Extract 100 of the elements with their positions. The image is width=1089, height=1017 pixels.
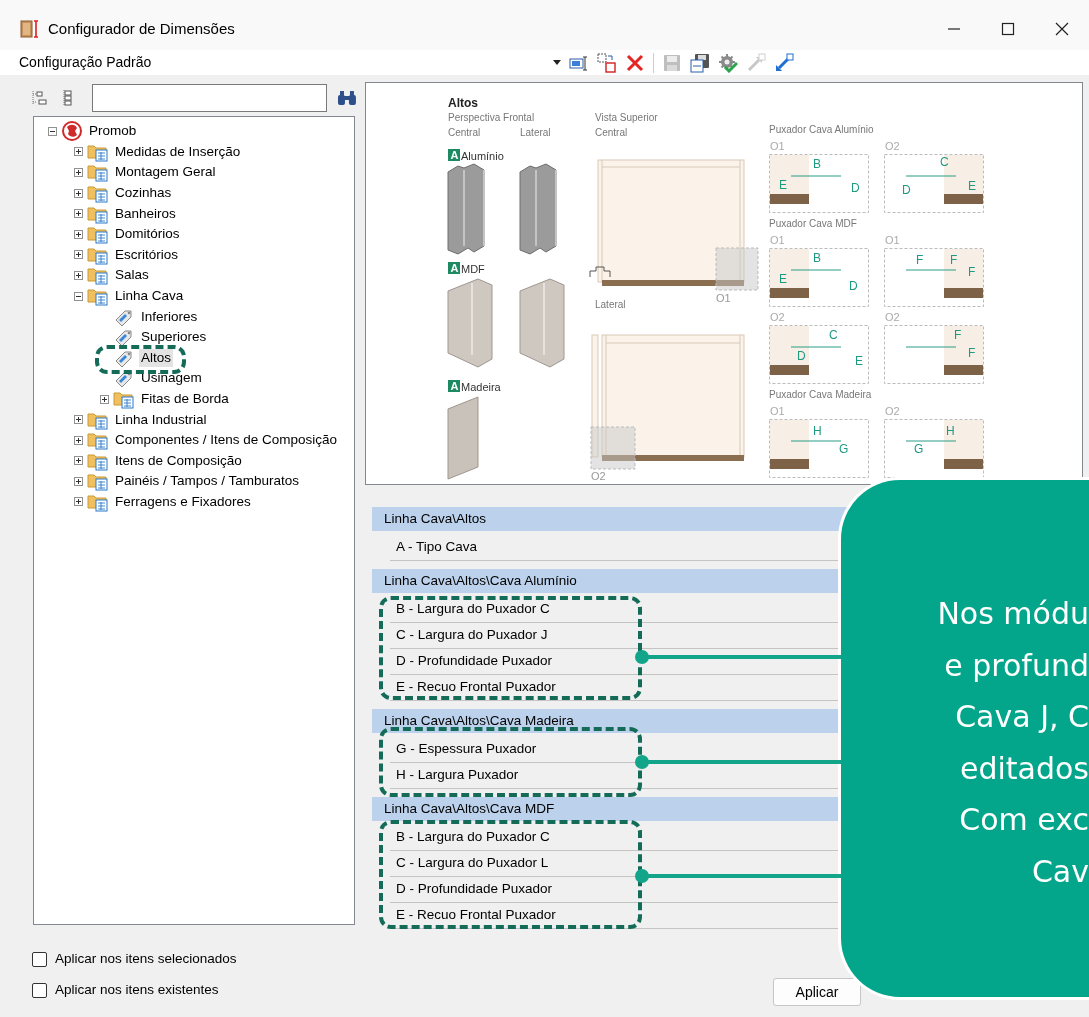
detail-tag: O1	[770, 405, 785, 417]
property-name[interactable]: H - Largura Puxador	[396, 765, 519, 786]
dimension-letter: E	[779, 272, 787, 286]
checkbox-label: Aplicar nos itens selecionados	[55, 950, 237, 969]
tree-item[interactable]: Banheiros	[113, 204, 178, 223]
dimension-letter: B	[813, 251, 821, 265]
tree-item[interactable]: Salas	[113, 266, 151, 285]
tree-item[interactable]: Itens de Composição	[113, 451, 244, 470]
copy-icon[interactable]	[597, 52, 617, 73]
expand-icon[interactable]	[73, 168, 83, 177]
dimension-letter: E	[855, 354, 863, 368]
expand-icon[interactable]	[73, 147, 83, 157]
property-name[interactable]: E - Recuo Frontal Puxador	[396, 905, 556, 926]
property-name[interactable]: D - Profundidade Puxador	[396, 651, 553, 672]
dimension-letter: F	[968, 265, 976, 279]
tree-item[interactable]: Promob	[87, 122, 139, 141]
dimension-letter: D	[851, 181, 860, 195]
folder-icon	[87, 492, 109, 512]
tag-icon	[113, 327, 135, 348]
folder-icon	[87, 286, 109, 307]
expand-icon[interactable]	[99, 394, 109, 404]
property-name[interactable]: C - Largura do Puxador J	[396, 625, 548, 646]
tree-item[interactable]: Inferiores	[139, 307, 200, 326]
tree-item[interactable]: Fitas de Borda	[139, 390, 231, 408]
property-name[interactable]: E - Recuo Frontal Puxador	[396, 677, 556, 698]
callout-text: editados	[960, 749, 1089, 788]
callout-text: e profund	[944, 646, 1089, 685]
tree-item[interactable]: Montagem Geral	[113, 163, 218, 182]
folder-icon	[87, 265, 109, 286]
tree-item[interactable]: Superiores	[139, 328, 209, 347]
tree-item[interactable]: Escritórios	[113, 245, 180, 264]
view-label: Perspectiva Frontal	[448, 112, 535, 123]
dimension-letter: F	[950, 253, 958, 267]
preview-title: Altos	[448, 96, 478, 110]
expand-icon[interactable]	[73, 270, 83, 280]
arrow-icon[interactable]	[774, 52, 794, 73]
view-label: Central	[448, 127, 481, 138]
globe-icon	[61, 121, 83, 142]
property-name[interactable]: A - Tipo Cava	[396, 537, 478, 558]
detail-tag: O2	[885, 140, 900, 152]
collapse-icon[interactable]	[73, 291, 83, 301]
tree-item[interactable]: Cozinhas	[113, 184, 174, 203]
property-name[interactable]: G - Espessura Puxador	[396, 739, 537, 760]
tree-item[interactable]: Linha Cava	[113, 287, 186, 306]
property-name[interactable]: B - Largura do Puxador C	[396, 599, 550, 620]
expand-all-icon[interactable]	[60, 89, 74, 107]
material-badge: A	[448, 380, 460, 392]
material-badge: A	[448, 262, 460, 274]
checkbox[interactable]	[32, 983, 47, 998]
collapse-all-icon[interactable]	[30, 89, 48, 107]
material-label: Alumínio	[461, 150, 504, 162]
tree-item[interactable]: Domitórios	[113, 225, 182, 244]
binoculars-icon[interactable]	[337, 89, 357, 107]
dimension-letter: F	[954, 328, 962, 342]
close-icon[interactable]	[1055, 22, 1069, 36]
tree-item[interactable]: Ferragens e Fixadores	[113, 493, 253, 511]
detail-tag: O1	[885, 234, 900, 246]
maximize-icon[interactable]	[1001, 22, 1015, 36]
search-field[interactable]	[92, 84, 328, 112]
folder-icon	[113, 389, 135, 409]
dimension-letter: D	[902, 183, 911, 197]
callout-text: Nos módu	[937, 595, 1089, 633]
dimension-letter: B	[813, 157, 821, 171]
view-label: Vista Superior	[595, 112, 658, 123]
gear-check-icon[interactable]	[718, 52, 738, 73]
tree-item[interactable]: Medidas de Inserção	[113, 142, 243, 161]
material-badge: A	[448, 149, 460, 161]
dimension-letter: F	[968, 346, 976, 360]
property-name[interactable]: C - Largura do Puxador L	[396, 853, 549, 874]
expand-icon[interactable]	[73, 476, 83, 486]
property-name[interactable]: D - Profundidade Puxador	[396, 879, 553, 900]
apply-button[interactable]: Aplicar	[773, 978, 861, 1006]
expand-icon[interactable]	[73, 229, 83, 239]
property-name[interactable]: B - Largura do Puxador C	[396, 827, 550, 848]
expand-icon[interactable]	[73, 188, 83, 198]
dimension-letter: C	[940, 155, 949, 169]
tree-item[interactable]: Painéis / Tampos / Tamburatos	[113, 472, 302, 491]
expand-icon[interactable]	[73, 497, 83, 507]
expand-icon[interactable]	[73, 435, 83, 445]
expand-icon[interactable]	[73, 250, 83, 260]
save-as-icon[interactable]	[690, 52, 710, 73]
tree-item[interactable]: Componentes / Itens de Composição	[113, 431, 340, 450]
collapse-icon[interactable]	[47, 126, 57, 136]
tree-item[interactable]: Linha Industrial	[113, 410, 209, 429]
tree-item[interactable]: Usinagem	[139, 369, 204, 388]
expand-icon[interactable]	[73, 209, 83, 219]
folder-icon	[87, 183, 109, 204]
expand-icon[interactable]	[73, 456, 83, 466]
window-title: Configurador de Dimensões	[48, 18, 235, 39]
dimension-letter: D	[849, 279, 858, 293]
detail-tag: O2	[885, 405, 900, 417]
view-label: Central	[595, 127, 628, 138]
delete-icon[interactable]	[625, 52, 645, 73]
checkbox[interactable]	[32, 952, 47, 967]
folder-icon	[87, 224, 109, 245]
expand-icon[interactable]	[73, 415, 83, 425]
tree-item[interactable]: Altos	[139, 348, 173, 367]
material-label: MDF	[461, 263, 485, 275]
folder-icon	[87, 162, 109, 183]
dimension-letter: H	[813, 424, 822, 438]
